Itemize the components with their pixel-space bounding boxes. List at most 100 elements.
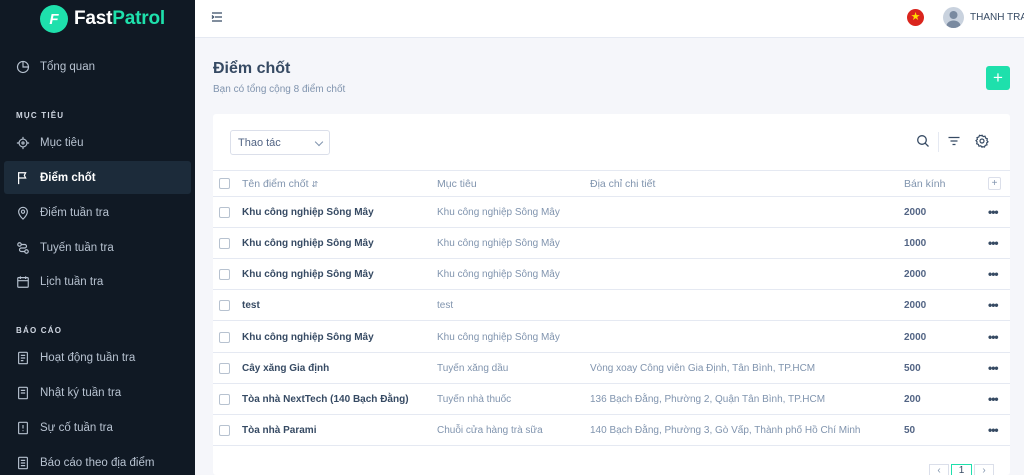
bulk-action-select[interactable]: Thao tác	[230, 130, 330, 155]
pagination-prev[interactable]: ‹	[929, 464, 949, 475]
bulk-action-select-value: Thao tác	[238, 136, 281, 149]
topbar: ★ THANH TRA	[195, 0, 1024, 38]
row-checkbox[interactable]	[219, 207, 230, 218]
column-header-target: Mục tiêu	[437, 178, 477, 190]
menu-toggle-icon[interactable]	[210, 10, 224, 24]
sort-icon[interactable]: ⇵	[311, 180, 318, 189]
checkpoint-radius: 200	[904, 394, 921, 405]
filter-icon[interactable]	[947, 134, 961, 148]
checkpoint-radius: 2000	[904, 300, 927, 311]
brand-name-part1: Fast	[74, 8, 113, 29]
sidebar-item-targets[interactable]: Mục tiêu	[4, 126, 191, 159]
sidebar: F FastPatrol Tổng quan MỤC TIÊU Mục tiêu…	[0, 0, 195, 475]
sidebar-item-label: Điểm chốt	[40, 171, 96, 184]
more-actions-icon[interactable]: •••	[988, 330, 999, 344]
row-checkbox[interactable]	[219, 300, 230, 311]
sidebar-item-patrol-schedule[interactable]: Lịch tuần tra	[4, 265, 191, 298]
flag-icon	[16, 171, 30, 185]
map-pin-icon	[16, 206, 30, 220]
page-subtitle: Bạn có tổng cộng 8 điểm chốt	[213, 84, 346, 95]
sidebar-item-patrol-journal[interactable]: Nhật ký tuần tra	[4, 376, 191, 409]
column-header-address: Địa chỉ chi tiết	[590, 178, 656, 190]
incident-icon	[16, 421, 30, 435]
sidebar-item-patrol-routes[interactable]: Tuyến tuần tra	[4, 231, 191, 264]
row-checkbox[interactable]	[219, 363, 230, 374]
sidebar-item-label: Điểm tuần tra	[40, 206, 110, 219]
checkpoint-address: Vòng xoay Công viên Gia Định, Tân Bình, …	[590, 363, 816, 374]
checkpoint-radius: 1000	[904, 238, 927, 249]
pie-chart-icon	[16, 60, 30, 74]
avatar[interactable]	[943, 7, 964, 28]
row-checkbox[interactable]	[219, 332, 230, 343]
checkpoint-name[interactable]: Khu công nghiệp Sông Mây	[242, 207, 374, 218]
checkpoint-radius: 2000	[904, 207, 927, 218]
chevron-down-icon	[314, 137, 324, 147]
table-row[interactable]: test test 2000 •••	[213, 290, 1010, 321]
more-actions-icon[interactable]: •••	[988, 423, 999, 437]
brand-name-part2: Patrol	[112, 8, 165, 29]
checkpoint-radius: 2000	[904, 332, 927, 343]
sidebar-item-label: Lịch tuần tra	[40, 275, 104, 288]
row-checkbox[interactable]	[219, 269, 230, 280]
report-icon	[16, 351, 30, 365]
checkpoint-target: Khu công nghiệp Sông Mây	[437, 269, 560, 280]
user-name[interactable]: THANH TRA	[970, 12, 1024, 23]
table-row[interactable]: Khu công nghiệp Sông Mây Khu công nghiệp…	[213, 197, 1010, 228]
sidebar-item-label: Báo cáo theo địa điểm	[40, 456, 155, 469]
column-header-name[interactable]: Tên điểm chốt ⇵	[242, 178, 318, 190]
vietnam-flag-icon[interactable]: ★	[907, 9, 924, 26]
sidebar-item-label: Hoạt động tuần tra	[40, 351, 136, 364]
checkpoint-radius: 2000	[904, 269, 927, 280]
table-row[interactable]: Khu công nghiệp Sông Mây Khu công nghiệp…	[213, 259, 1010, 290]
calendar-icon	[16, 275, 30, 289]
checkpoint-target: Tuyến nhà thuốc	[437, 394, 512, 405]
checkpoint-name[interactable]: Tòa nhà NextTech (140 Bạch Đằng)	[242, 394, 409, 405]
pagination-next[interactable]: ›	[974, 464, 994, 475]
checkpoint-name[interactable]: Cây xăng Gia định	[242, 363, 329, 374]
checkpoints-card: Thao tác Tên điểm chốt ⇵ Mục tiêu Địa ch…	[213, 114, 1010, 475]
sidebar-item-overview[interactable]: Tổng quan	[4, 50, 191, 83]
more-actions-icon[interactable]: •••	[988, 392, 999, 406]
sidebar-item-location-report[interactable]: Báo cáo theo địa điểm	[4, 446, 191, 475]
sidebar-item-label: Sự cố tuần tra	[40, 421, 113, 434]
table-row[interactable]: Tòa nhà Parami Chuỗi cửa hàng trà sữa 14…	[213, 415, 1010, 446]
location-report-icon	[16, 456, 30, 470]
sidebar-item-patrol-points[interactable]: Điểm tuần tra	[4, 196, 191, 229]
select-all-checkbox[interactable]	[219, 178, 230, 189]
brand[interactable]: F FastPatrol	[0, 0, 195, 38]
add-column-button[interactable]: +	[988, 177, 1001, 190]
add-checkpoint-button[interactable]: +	[986, 66, 1010, 90]
row-checkbox[interactable]	[219, 394, 230, 405]
more-actions-icon[interactable]: •••	[988, 361, 999, 375]
table-row[interactable]: Cây xăng Gia định Tuyến xăng dầu Vòng xo…	[213, 353, 1010, 384]
checkpoint-name[interactable]: test	[242, 300, 260, 311]
row-checkbox[interactable]	[219, 425, 230, 436]
search-icon[interactable]	[916, 134, 930, 148]
sidebar-item-patrol-incidents[interactable]: Sự cố tuần tra	[4, 411, 191, 444]
more-actions-icon[interactable]: •••	[988, 205, 999, 219]
table-row[interactable]: Khu công nghiệp Sông Mây Khu công nghiệp…	[213, 322, 1010, 353]
checkpoint-name[interactable]: Khu công nghiệp Sông Mây	[242, 238, 374, 249]
page-title: Điểm chốt	[213, 60, 291, 77]
checkpoint-target: Chuỗi cửa hàng trà sữa	[437, 425, 543, 436]
more-actions-icon[interactable]: •••	[988, 267, 999, 281]
table-row[interactable]: Tòa nhà NextTech (140 Bạch Đằng) Tuyến n…	[213, 384, 1010, 415]
table-row[interactable]: Khu công nghiệp Sông Mây Khu công nghiệp…	[213, 228, 1010, 259]
checkpoint-name[interactable]: Tòa nhà Parami	[242, 425, 316, 436]
table-header: Tên điểm chốt ⇵ Mục tiêu Địa chỉ chi tiế…	[213, 170, 1010, 197]
sidebar-item-patrol-activity[interactable]: Hoạt động tuần tra	[4, 341, 191, 374]
checkpoint-radius: 500	[904, 363, 921, 374]
gear-icon[interactable]	[975, 134, 989, 149]
more-actions-icon[interactable]: •••	[988, 298, 999, 312]
column-header-radius: Bán kính	[904, 178, 946, 190]
route-icon	[16, 241, 30, 255]
checkpoint-target: Tuyến xăng dầu	[437, 363, 509, 374]
sidebar-item-label: Tuyến tuần tra	[40, 241, 114, 254]
checkpoint-name[interactable]: Khu công nghiệp Sông Mây	[242, 269, 374, 280]
sidebar-item-checkpoints[interactable]: Điểm chốt	[4, 161, 191, 194]
checkpoint-name[interactable]: Khu công nghiệp Sông Mây	[242, 332, 374, 343]
more-actions-icon[interactable]: •••	[988, 236, 999, 250]
row-checkbox[interactable]	[219, 238, 230, 249]
pagination-page-current[interactable]: 1	[951, 464, 972, 475]
brand-name: FastPatrol	[74, 8, 165, 30]
